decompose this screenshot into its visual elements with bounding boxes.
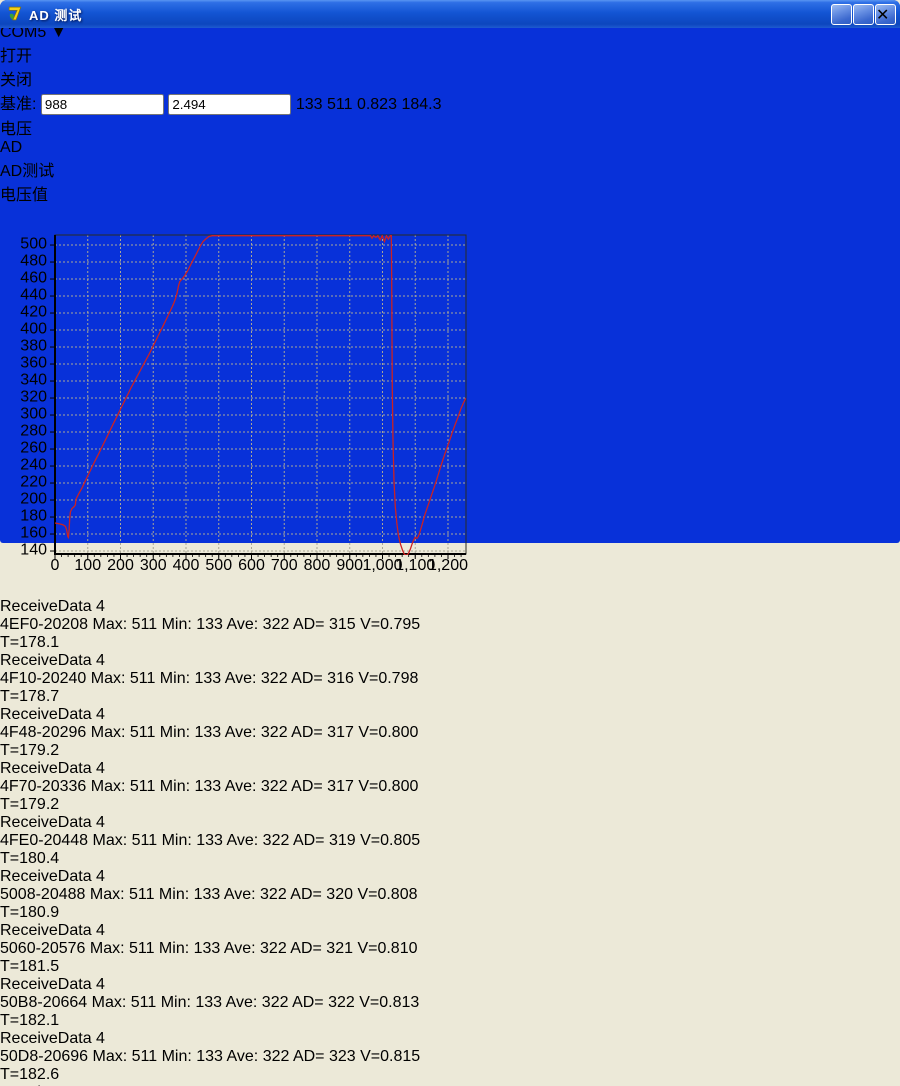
x-tick-label: 700: [271, 557, 298, 574]
log-line: ReceiveData 4: [0, 922, 900, 940]
reference-input-1[interactable]: [41, 94, 164, 115]
log-line: ReceiveData 4: [0, 814, 900, 832]
y-tick-label: 500: [20, 236, 47, 253]
y-tick-label: 320: [20, 389, 47, 406]
log-line: T=178.7: [0, 688, 900, 706]
x-tick-label: 900: [336, 557, 363, 574]
plot-frame: [55, 235, 466, 554]
y-tick-label: 240: [20, 457, 47, 474]
y-tick-label: 220: [20, 474, 47, 491]
chart-title: AD测试: [0, 157, 900, 181]
log-line: T=179.2: [0, 742, 900, 760]
log-line: T=180.9: [0, 904, 900, 922]
x-tick-label: 100: [74, 557, 101, 574]
log-line: ReceiveData 4: [0, 706, 900, 724]
stat-temp-value: 184.3: [401, 96, 441, 113]
x-tick-label: 400: [173, 557, 200, 574]
y-tick-label: 360: [20, 355, 47, 372]
tab-page: AD测试 电压值 01002003004005006007008009001,0…: [0, 157, 900, 598]
stat-min-value: 133: [296, 96, 323, 113]
x-tick-label: 800: [304, 557, 331, 574]
window-title: AD 测试: [29, 5, 82, 24]
log-line: T=179.2: [0, 796, 900, 814]
y-tick-label: 260: [20, 440, 47, 457]
window: AD 测试 ✕ 端口: COM5 ▼ 打开 关闭 基准: 133 511 0.8…: [0, 0, 900, 543]
log-lines: ReceiveData 44EF0-20208 Max: 511 Min: 13…: [0, 598, 900, 1086]
log-line: T=182.1: [0, 1012, 900, 1030]
maximize-button[interactable]: [853, 4, 874, 25]
stat-voltage-value: 0.823: [357, 96, 397, 113]
log-line: T=180.4: [0, 850, 900, 868]
y-tick-label: 200: [20, 491, 47, 508]
y-tick-label: 480: [20, 253, 47, 270]
log-line: 4F70-20336 Max: 511 Min: 133 Ave: 322 AD…: [0, 778, 900, 796]
log-line: 50B8-20664 Max: 511 Min: 133 Ave: 322 AD…: [0, 994, 900, 1012]
x-tick-label: 0: [51, 557, 60, 574]
log-line: 4FE0-20448 Max: 511 Min: 133 Ave: 322 AD…: [0, 832, 900, 850]
client-area: 端口: COM5 ▼ 打开 关闭 基准: 133 511 0.823 184.3…: [0, 0, 900, 1086]
log-line: 50D8-20696 Max: 511 Min: 133 Ave: 322 AD…: [0, 1048, 900, 1066]
log-line: ReceiveData 4: [0, 598, 900, 616]
open-button[interactable]: 打开: [0, 42, 900, 66]
x-tick-label: 500: [205, 557, 232, 574]
log-line: ReceiveData 4: [0, 1030, 900, 1048]
title-bar: AD 测试 ✕: [0, 0, 900, 28]
x-tick-label: 600: [238, 557, 265, 574]
y-tick-label: 440: [20, 287, 47, 304]
minimize-button[interactable]: [831, 4, 852, 25]
x-tick-label: 1,200: [428, 557, 468, 574]
reference-input-2[interactable]: [168, 94, 291, 115]
log-line: ReceiveData 4: [0, 976, 900, 994]
log-line: T=178.1: [0, 634, 900, 652]
tab-voltage[interactable]: 电压: [0, 115, 900, 139]
log-line: 4F10-20240 Max: 511 Min: 133 Ave: 322 AD…: [0, 670, 900, 688]
log-line: ReceiveData 4: [0, 868, 900, 886]
close-icon: ✕: [876, 7, 889, 24]
chart-panel: AD测试 电压值 01002003004005006007008009001,0…: [0, 157, 900, 598]
data-series-line: [55, 236, 466, 556]
y-tick-label: 160: [20, 525, 47, 542]
close-serial-button[interactable]: 关闭: [0, 66, 900, 90]
log-line: T=182.6: [0, 1066, 900, 1084]
app-icon: [7, 5, 24, 22]
log-line: 5060-20576 Max: 511 Min: 133 Ave: 322 AD…: [0, 940, 900, 958]
log-line: 5008-20488 Max: 511 Min: 133 Ave: 322 AD…: [0, 886, 900, 904]
log-line: 4F48-20296 Max: 511 Min: 133 Ave: 322 AD…: [0, 724, 900, 742]
x-tick-label: 300: [140, 557, 167, 574]
y-tick-label: 140: [20, 542, 47, 559]
y-tick-label: 280: [20, 423, 47, 440]
y-tick-label: 420: [20, 304, 47, 321]
y-tick-label: 340: [20, 372, 47, 389]
reference-label: 基准:: [0, 96, 36, 113]
y-tick-label: 180: [20, 508, 47, 525]
log-line: ReceiveData 4: [0, 1084, 900, 1086]
log-line: ReceiveData 4: [0, 652, 900, 670]
y-axis-title: 电压值: [0, 181, 900, 205]
stat-max-value: 511: [327, 96, 353, 113]
chart-canvas: 01002003004005006007008009001,0001,1001,…: [0, 205, 480, 593]
close-button[interactable]: ✕: [875, 4, 896, 25]
log-line: T=181.5: [0, 958, 900, 976]
y-tick-label: 300: [20, 406, 47, 423]
log-line: 4EF0-20208 Max: 511 Min: 133 Ave: 322 AD…: [0, 616, 900, 634]
tab-ad[interactable]: AD: [0, 139, 900, 157]
y-tick-label: 460: [20, 270, 47, 287]
y-tick-label: 400: [20, 321, 47, 338]
log-line: ReceiveData 4: [0, 760, 900, 778]
log-memo[interactable]: ReceiveData 44EF0-20208 Max: 511 Min: 13…: [0, 598, 900, 1086]
y-tick-label: 380: [20, 338, 47, 355]
x-tick-label: 200: [107, 557, 134, 574]
